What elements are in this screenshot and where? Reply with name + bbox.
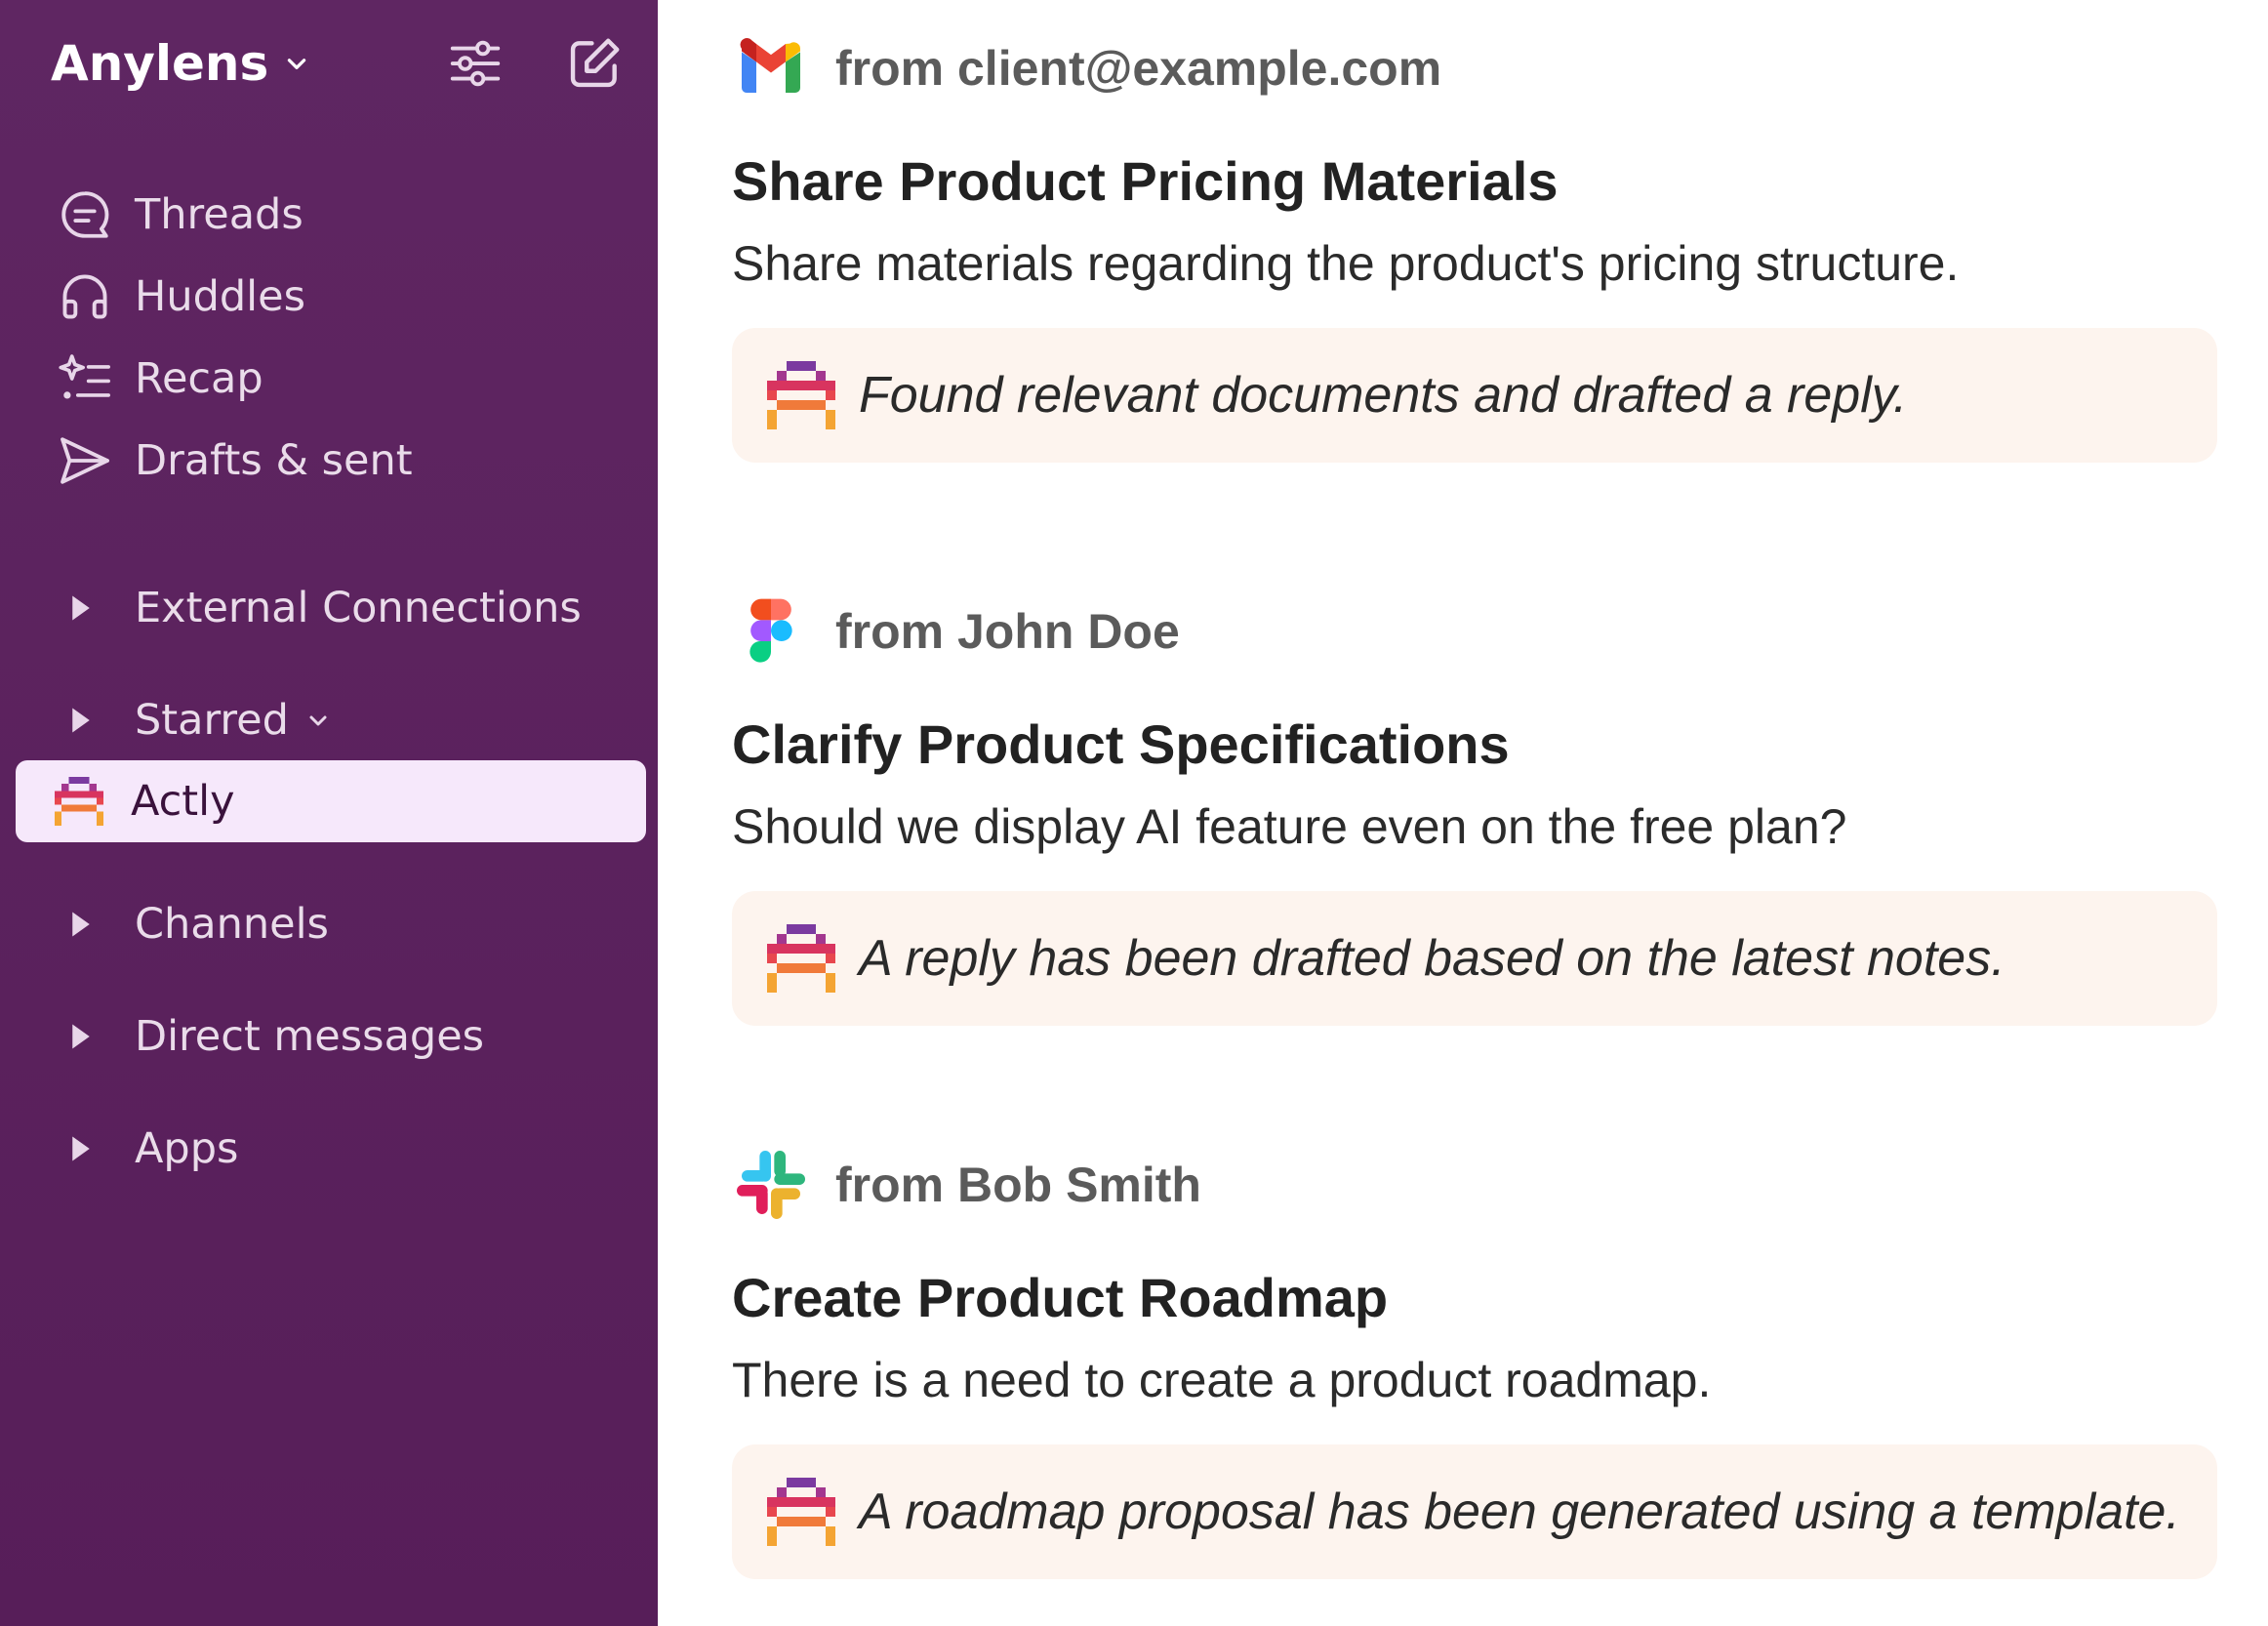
ai-note[interactable]: Found relevant documents and drafted a r…: [732, 328, 2217, 463]
sidebar-item-drafts[interactable]: Drafts & sent: [57, 427, 413, 495]
sparkle-list-icon: [59, 354, 110, 399]
actly-logo-icon: [767, 361, 835, 429]
workspace-switcher[interactable]: Anylens: [51, 35, 309, 92]
message-sender: from Bob Smith: [732, 1146, 2217, 1224]
sidebar-item-label: Actly: [131, 777, 235, 826]
sidebar-item-label: Threads: [135, 190, 304, 239]
caret-right-icon: [72, 912, 90, 937]
gmail-icon: [740, 38, 800, 93]
ai-note-text: A roadmap proposal has been generated us…: [859, 1484, 2180, 1540]
caret-right-icon: [72, 1136, 90, 1161]
message-description: Should we display AI feature even on the…: [732, 799, 1847, 854]
sender-label: from Bob Smith: [835, 1158, 1201, 1212]
message-card[interactable]: from Bob Smith Create Product Roadmap Th…: [732, 1146, 2217, 1579]
sidebar-item-label: Huddles: [135, 272, 305, 321]
actly-logo-icon: [55, 777, 103, 826]
sidebar-item-actly[interactable]: Actly: [16, 760, 646, 842]
message-title: Clarify Product Specifications: [732, 713, 1510, 775]
message-title: Create Product Roadmap: [732, 1267, 1389, 1328]
section-direct-messages[interactable]: Direct messages: [68, 1002, 484, 1071]
chevron-down-icon: [309, 715, 327, 726]
actly-logo-icon: [767, 1478, 835, 1546]
section-channels[interactable]: Channels: [68, 890, 329, 958]
main-feed: from client@example.com Share Product Pr…: [658, 0, 2268, 1626]
threads-icon: [61, 191, 109, 238]
figma-icon: [749, 598, 792, 663]
caret-right-icon: [72, 708, 90, 733]
caret-right-icon: [72, 595, 90, 621]
section-apps[interactable]: Apps: [68, 1115, 238, 1183]
message-card[interactable]: from client@example.com Share Product Pr…: [732, 29, 2217, 463]
actly-logo-icon: [767, 924, 835, 993]
section-label: Direct messages: [135, 1012, 485, 1061]
slack-icon: [737, 1151, 805, 1219]
sidebar-item-recap[interactable]: Recap: [57, 345, 263, 413]
ai-note[interactable]: A roadmap proposal has been generated us…: [732, 1444, 2217, 1579]
compose-button[interactable]: [564, 33, 625, 94]
section-label: Channels: [135, 900, 329, 949]
sidebar: Anylens Threads Huddles Recap Drafts & s…: [0, 0, 658, 1626]
message-card[interactable]: from John Doe Clarify Product Specificat…: [732, 592, 2217, 1026]
sidebar-item-label: Recap: [135, 354, 263, 403]
compose-icon: [570, 38, 620, 88]
headphones-icon: [62, 274, 107, 319]
ai-note-text: Found relevant documents and drafted a r…: [859, 367, 1908, 424]
section-label: External Connections: [135, 584, 582, 632]
chevron-down-icon: [288, 59, 306, 69]
caret-right-icon: [72, 1024, 90, 1049]
sliders-icon: [450, 40, 501, 87]
filter-button[interactable]: [445, 33, 506, 94]
ai-note-text: A reply has been drafted based on the la…: [859, 930, 2005, 987]
message-sender: from John Doe: [732, 592, 2217, 671]
section-label: Apps: [135, 1124, 239, 1173]
sidebar-item-label: Drafts & sent: [135, 436, 413, 485]
ai-note[interactable]: A reply has been drafted based on the la…: [732, 891, 2217, 1026]
message-description: There is a need to create a product road…: [732, 1353, 1712, 1407]
sidebar-item-threads[interactable]: Threads: [57, 181, 304, 249]
message-description: Share materials regarding the product's …: [732, 236, 1960, 291]
sender-label: from John Doe: [835, 604, 1180, 659]
sidebar-item-huddles[interactable]: Huddles: [57, 263, 305, 331]
sender-label: from client@example.com: [835, 41, 1442, 96]
workspace-name: Anylens: [51, 35, 269, 92]
section-external-connections[interactable]: External Connections: [68, 574, 582, 642]
message-sender: from client@example.com: [732, 29, 2217, 107]
message-title: Share Product Pricing Materials: [732, 150, 1559, 212]
send-icon: [61, 437, 109, 484]
section-starred[interactable]: Starred: [68, 686, 330, 754]
section-label: Starred: [135, 696, 289, 745]
